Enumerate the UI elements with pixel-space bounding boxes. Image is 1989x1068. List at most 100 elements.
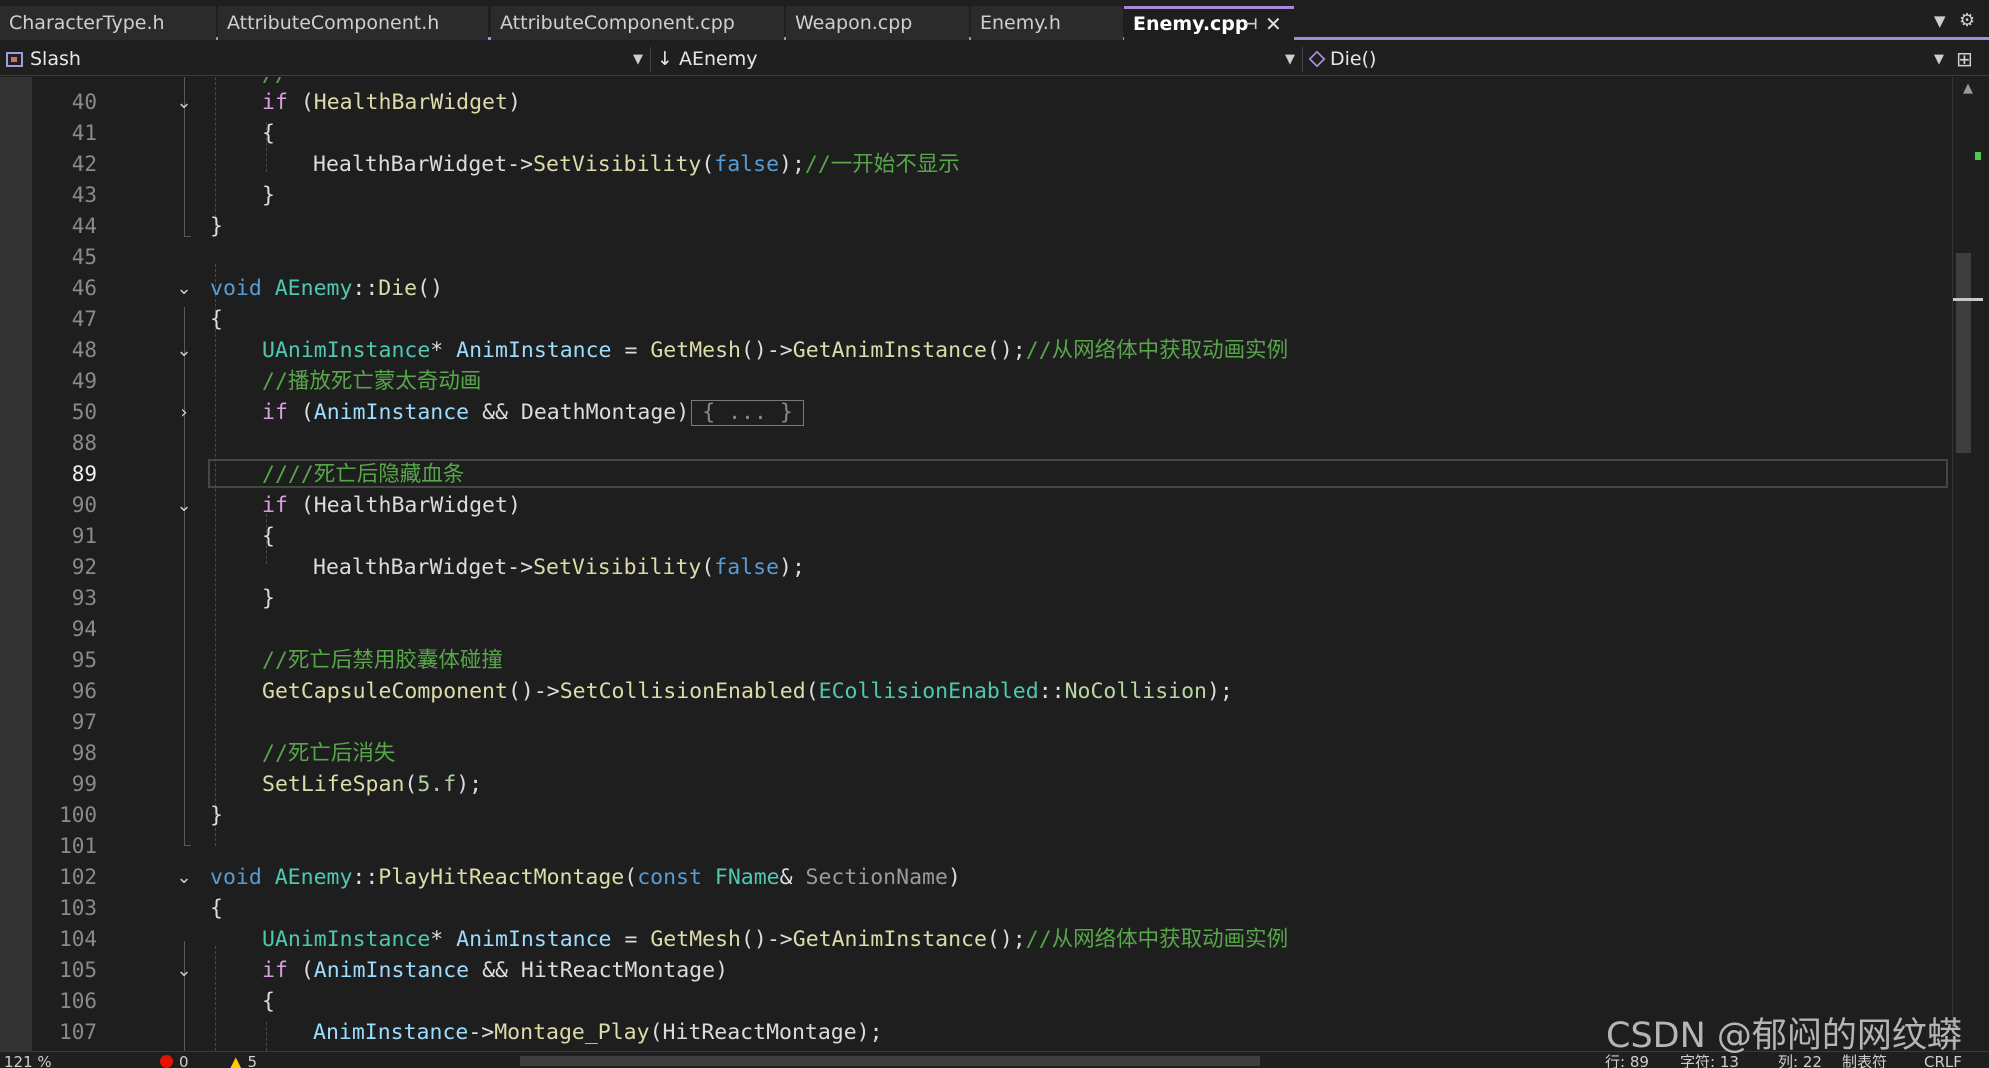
tab-attributecomponent-h[interactable]: AttributeComponent.h xyxy=(218,6,488,40)
chevron-down-icon[interactable]: ⌄ xyxy=(174,273,194,304)
tab-label: Weapon.cpp xyxy=(795,12,913,34)
chevron-down-icon[interactable]: ▼ xyxy=(1285,46,1295,73)
tab-overflow-dropdown-icon[interactable]: ▼ xyxy=(1934,12,1946,30)
code-text: AnimInstance->Montage_Play(HitReactMonta… xyxy=(313,1020,883,1045)
code-line: 97 xyxy=(0,707,1952,738)
divider xyxy=(650,47,651,72)
collapsed-region[interactable]: { ... } xyxy=(691,400,804,426)
code-line: 105 ⌄ if (AnimInstance && HitReactMontag… xyxy=(0,955,1952,986)
code-line: 42 HealthBarWidget->SetVisibility(false)… xyxy=(0,149,1952,180)
line-number: 106 xyxy=(59,989,97,1013)
vertical-scrollbar[interactable]: ▲ xyxy=(1952,77,1989,1051)
member-dropdown[interactable]: Die() xyxy=(1308,46,1930,73)
code-text: { xyxy=(210,896,223,921)
code-line: 104 UAnimInstance* AnimInstance = GetMes… xyxy=(0,924,1952,955)
warning-count[interactable]: ▲ 5 xyxy=(230,1055,257,1068)
zoom-level[interactable]: 121 % xyxy=(4,1055,52,1068)
chevron-down-icon[interactable]: ⌄ xyxy=(174,955,194,986)
code-line: 41 { xyxy=(0,118,1952,149)
code-line: 99 SetLifeSpan(5.f); xyxy=(0,769,1952,800)
document-tab-strip: CharacterType.h AttributeComponent.h Att… xyxy=(0,0,1989,40)
project-dropdown[interactable]: Slash xyxy=(6,46,636,73)
gear-icon[interactable]: ⚙ xyxy=(1959,10,1975,31)
code-line: 44 } xyxy=(0,211,1952,242)
scroll-up-icon[interactable]: ▲ xyxy=(1963,81,1973,96)
line-number: 92 xyxy=(71,555,97,579)
code-comment: //死亡后禁用胶囊体碰撞 xyxy=(262,648,503,673)
chevron-down-icon[interactable]: ⌄ xyxy=(174,335,194,366)
line-number: 96 xyxy=(71,679,97,703)
current-line-highlight xyxy=(208,459,1948,488)
warning-icon: ▲ xyxy=(230,1053,242,1068)
code-comment: ////死亡后隐藏血条 xyxy=(262,462,465,487)
tab-label: Enemy.cpp xyxy=(1133,13,1249,35)
code-text: } xyxy=(262,183,275,208)
line-number: 93 xyxy=(71,586,97,610)
tab-charactertype-h[interactable]: CharacterType.h xyxy=(0,6,216,40)
code-line: 92 HealthBarWidget->SetVisibility(false)… xyxy=(0,552,1952,583)
member-name: Die() xyxy=(1330,48,1377,70)
code-line: 50 › if (AnimInstance && DeathMontage){ … xyxy=(0,397,1952,428)
code-text: { xyxy=(210,307,223,332)
tab-weapon-cpp[interactable]: Weapon.cpp xyxy=(786,6,969,40)
code-text: } xyxy=(262,586,275,611)
line-number: 48 xyxy=(71,338,97,362)
code-text: if (HealthBarWidget) xyxy=(262,493,521,518)
line-number: 44 xyxy=(71,214,97,238)
divider xyxy=(1302,47,1303,72)
line-number: 46 xyxy=(71,276,97,300)
code-line: 43 } xyxy=(0,180,1952,211)
chevron-down-icon[interactable]: ▼ xyxy=(1934,46,1944,73)
warning-count-value: 5 xyxy=(247,1053,258,1068)
line-number: 88 xyxy=(71,431,97,455)
line-number: 103 xyxy=(59,896,97,920)
split-window-icon[interactable]: ⊞ xyxy=(1956,46,1973,73)
horizontal-scrollbar[interactable] xyxy=(520,1056,1260,1066)
error-count-value: 0 xyxy=(179,1053,189,1068)
line-number: 101 xyxy=(59,834,97,858)
arrow-down-icon: ↓ xyxy=(657,48,679,70)
line-number: 102 xyxy=(59,865,97,889)
code-line: 101 xyxy=(0,831,1952,862)
line-number: 100 xyxy=(59,803,97,827)
class-scope-dropdown[interactable]: ↓ AEnemy xyxy=(657,46,1287,73)
chevron-down-icon[interactable]: ⌄ xyxy=(174,862,194,893)
code-text: } xyxy=(210,214,223,239)
tab-attributecomponent-cpp[interactable]: AttributeComponent.cpp xyxy=(491,6,784,40)
line-number: 91 xyxy=(71,524,97,548)
line-number: 49 xyxy=(71,369,97,393)
chevron-down-icon[interactable]: ⌄ xyxy=(174,490,194,521)
code-comment: //播放死亡蒙太奇动画 xyxy=(262,369,482,394)
line-number: 89 xyxy=(71,462,97,486)
error-count[interactable]: 0 xyxy=(160,1055,189,1068)
code-line: 91 { xyxy=(0,521,1952,552)
close-icon[interactable]: ✕ xyxy=(1265,9,1282,39)
chevron-down-icon[interactable]: ⌄ xyxy=(174,87,194,118)
line-number: 42 xyxy=(71,152,97,176)
line-number: 98 xyxy=(71,741,97,765)
navigation-bar: Slash ▼ ↓ AEnemy ▼ Die() ▼ ⊞ xyxy=(0,43,1989,76)
code-line: 49 //播放死亡蒙太奇动画 xyxy=(0,366,1952,397)
code-text: UAnimInstance* AnimInstance = GetMesh()-… xyxy=(262,338,1289,363)
tab-label: Enemy.h xyxy=(980,12,1061,34)
code-line: 46 ⌄ void AEnemy::Die() xyxy=(0,273,1952,304)
pin-icon[interactable]: ⊣ xyxy=(1244,9,1258,39)
change-marker xyxy=(1975,152,1981,160)
line-number: 50 xyxy=(71,400,97,424)
code-line: 48 ⌄ UAnimInstance* AnimInstance = GetMe… xyxy=(0,335,1952,366)
chevron-down-icon[interactable]: ▼ xyxy=(633,46,643,73)
code-line: 103 { xyxy=(0,893,1952,924)
chevron-right-icon[interactable]: › xyxy=(174,397,194,428)
project-name: Slash xyxy=(30,48,81,70)
tab-enemy-h[interactable]: Enemy.h xyxy=(971,6,1123,40)
class-scope-name: AEnemy xyxy=(678,48,758,70)
code-line: 100 } xyxy=(0,800,1952,831)
code-line: 90 ⌄ if (HealthBarWidget) xyxy=(0,490,1952,521)
code-line: 88 xyxy=(0,428,1952,459)
code-editor[interactable]: // 40 ⌄ if (HealthBarWidget) 41 { 42 Hea… xyxy=(0,77,1952,1051)
line-number: 43 xyxy=(71,183,97,207)
tab-enemy-cpp[interactable]: Enemy.cpp ⊣ ✕ xyxy=(1124,6,1294,40)
scrollbar-thumb[interactable] xyxy=(1956,253,1971,453)
code-text: void AEnemy::PlayHitReactMontage(const F… xyxy=(210,865,961,890)
line-number: 97 xyxy=(71,710,97,734)
